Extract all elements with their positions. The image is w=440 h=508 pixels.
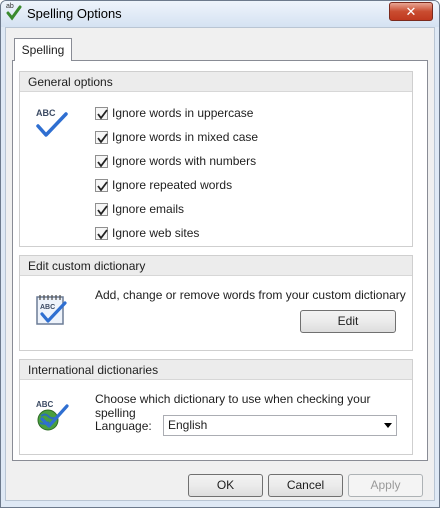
globe-check-icon: ABC <box>34 398 70 434</box>
tab-spelling[interactable]: Spelling <box>14 38 72 61</box>
checkmark-icon <box>97 204 108 215</box>
checkmark-icon <box>97 180 108 191</box>
notepad-check-icon: ABC <box>34 292 70 328</box>
chevron-down-icon[interactable] <box>384 423 392 428</box>
option-label: Ignore words with numbers <box>112 154 257 168</box>
checkmark-icon <box>97 156 108 167</box>
international-dictionaries-header: International dictionaries <box>20 360 412 380</box>
option-label: Ignore words in mixed case <box>112 130 259 144</box>
general-options-header: General options <box>20 72 412 92</box>
abc-text: ABC <box>36 400 54 409</box>
app-icon: ab <box>6 3 22 21</box>
option-ignore-web-sites[interactable]: Ignore web sites <box>95 221 258 245</box>
spelling-tab-panel: General options ABC Ignore words in uppe… <box>12 60 428 461</box>
checkbox[interactable] <box>95 178 108 192</box>
checkbox[interactable] <box>95 106 108 120</box>
checkbox[interactable] <box>95 154 108 168</box>
abc-text: ABC <box>36 108 56 118</box>
ok-button[interactable]: OK <box>188 474 263 497</box>
option-ignore-mixed-case[interactable]: Ignore words in mixed case <box>95 125 258 149</box>
custom-dictionary-group: Edit custom dictionary ABC Add, change o… <box>19 255 413 351</box>
option-label: Ignore words in uppercase <box>112 106 254 120</box>
checkbox[interactable] <box>95 130 108 144</box>
option-label: Ignore emails <box>112 202 185 216</box>
checkbox[interactable] <box>95 226 108 240</box>
general-options-list: Ignore words in uppercase Ignore words i… <box>95 101 258 245</box>
general-options-group: General options ABC Ignore words in uppe… <box>19 71 413 247</box>
checkmark-icon <box>97 108 108 119</box>
spelling-options-window: ab Spelling Options ✕ Spelling General o… <box>0 0 440 508</box>
app-icon-text: ab <box>6 3 14 10</box>
option-ignore-repeated[interactable]: Ignore repeated words <box>95 173 258 197</box>
close-button[interactable]: ✕ <box>389 2 433 21</box>
checkbox[interactable] <box>95 202 108 216</box>
dialog-client: Spelling General options ABC Ignore word… <box>5 27 435 501</box>
custom-dictionary-description: Add, change or remove words from your cu… <box>95 288 406 302</box>
abc-check-icon: ABC <box>34 106 70 142</box>
cancel-button[interactable]: Cancel <box>268 474 343 497</box>
title-bar: ab Spelling Options ✕ <box>1 1 439 27</box>
international-dictionaries-group: International dictionaries ABC Choose wh… <box>19 359 413 455</box>
option-ignore-uppercase[interactable]: Ignore words in uppercase <box>95 101 258 125</box>
checkmark-icon <box>97 132 108 143</box>
language-value: English <box>168 418 208 432</box>
abc-text: ABC <box>40 304 55 311</box>
checkmark-icon <box>97 228 108 239</box>
option-label: Ignore web sites <box>112 226 200 240</box>
language-label: Language: <box>95 419 152 433</box>
edit-button[interactable]: Edit <box>300 310 396 333</box>
language-select[interactable]: English <box>163 415 397 436</box>
custom-dictionary-header: Edit custom dictionary <box>20 256 412 276</box>
option-ignore-emails[interactable]: Ignore emails <box>95 197 258 221</box>
option-ignore-numbers[interactable]: Ignore words with numbers <box>95 149 258 173</box>
window-title: Spelling Options <box>27 6 122 21</box>
option-label: Ignore repeated words <box>112 178 233 192</box>
close-icon: ✕ <box>405 4 417 19</box>
apply-button[interactable]: Apply <box>348 474 423 497</box>
